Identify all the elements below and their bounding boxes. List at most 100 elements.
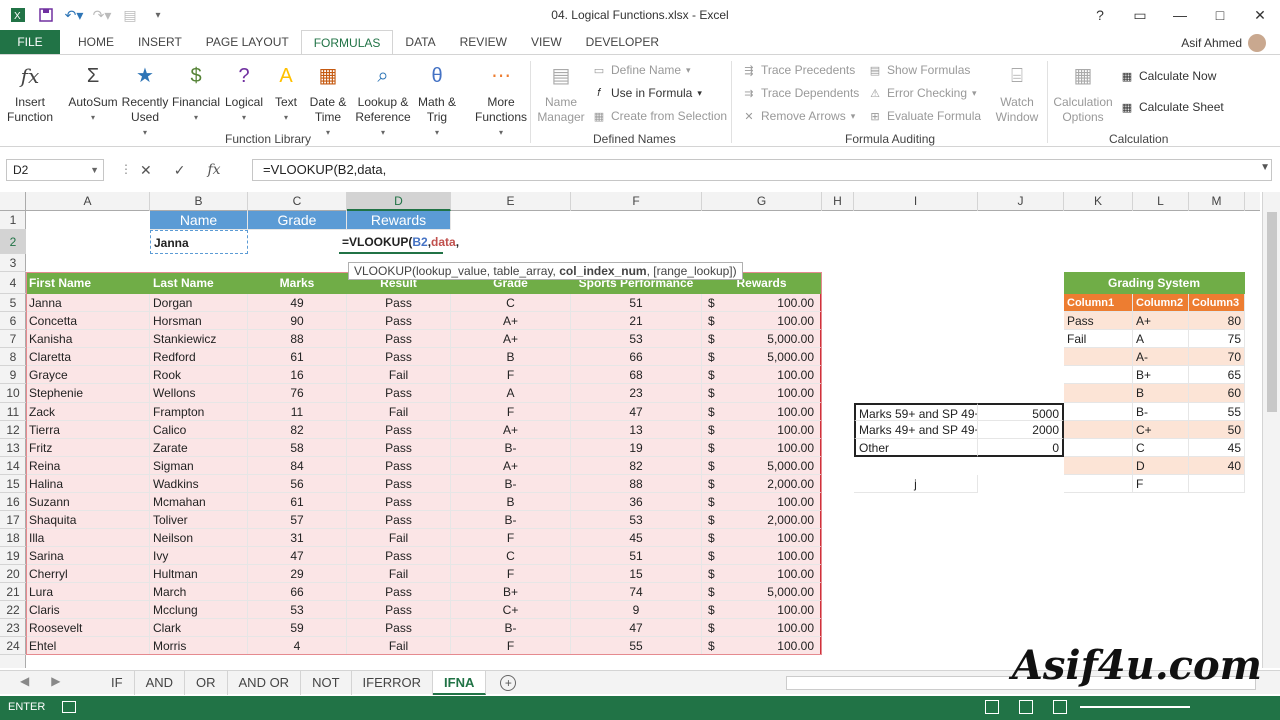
create-from-selection-button[interactable]: ▦ Create from Selection bbox=[592, 109, 727, 123]
cell-i15[interactable]: j bbox=[854, 475, 978, 493]
insert-function-icon[interactable]: fx bbox=[207, 162, 220, 178]
add-sheet-icon[interactable]: + bbox=[500, 675, 517, 691]
cell-grade[interactable]: B bbox=[451, 348, 571, 366]
cell-result[interactable]: Fail bbox=[347, 529, 451, 547]
insert-function-button[interactable]: fx Insert Function bbox=[6, 61, 54, 125]
cell-result[interactable]: Pass bbox=[347, 421, 451, 439]
tab-view[interactable]: VIEW bbox=[519, 30, 574, 54]
cell-last-name[interactable]: Redford bbox=[150, 348, 248, 366]
criteria-label[interactable]: Marks 59+ and SP 49+ bbox=[854, 403, 978, 421]
cell-rewards[interactable]: $100.00 bbox=[702, 384, 822, 403]
sheet-tab-and-or[interactable]: AND OR bbox=[228, 671, 302, 695]
cell-first-name[interactable]: Reina bbox=[26, 457, 150, 475]
cell-last-name[interactable]: Ivy bbox=[150, 547, 248, 565]
column-header-g[interactable]: G bbox=[702, 192, 822, 211]
sheet-next-icon[interactable]: ▶ bbox=[51, 674, 60, 688]
cell-grade[interactable]: C bbox=[451, 547, 571, 565]
cell-last-name[interactable]: Wellons bbox=[150, 384, 248, 403]
grading-threshold[interactable] bbox=[1189, 475, 1245, 493]
cell-grade[interactable]: B- bbox=[451, 475, 571, 493]
logical-button[interactable]: ? Logical ▾ bbox=[222, 61, 266, 125]
cell-first-name[interactable]: Cherryl bbox=[26, 565, 150, 583]
row-header-6[interactable]: 6 bbox=[0, 312, 26, 330]
cell-grade[interactable]: C bbox=[451, 294, 571, 312]
define-name-button[interactable]: ▭ Define Name ▾ bbox=[592, 63, 691, 77]
cell-result[interactable]: Pass bbox=[347, 493, 451, 511]
cell-last-name[interactable]: Mcclung bbox=[150, 601, 248, 619]
row-header-13[interactable]: 13 bbox=[0, 439, 26, 457]
cell-grade[interactable]: A+ bbox=[451, 457, 571, 475]
cell-grade[interactable]: F bbox=[451, 366, 571, 384]
sheet-prev-icon[interactable]: ◀ bbox=[20, 674, 29, 688]
cell-grade[interactable]: F bbox=[451, 565, 571, 583]
cell-first-name[interactable]: Zack bbox=[26, 403, 150, 421]
cell-last-name[interactable]: March bbox=[150, 583, 248, 601]
cell-rewards[interactable]: $100.00 bbox=[702, 493, 822, 511]
row-header-14[interactable]: 14 bbox=[0, 457, 26, 475]
cell-first-name[interactable]: Halina bbox=[26, 475, 150, 493]
scrollbar-thumb[interactable] bbox=[1267, 212, 1277, 412]
cell-rewards[interactable]: $100.00 bbox=[702, 439, 822, 457]
cell-rewards[interactable]: $5,000.00 bbox=[702, 348, 822, 366]
formula-input[interactable]: =VLOOKUP(B2,data, bbox=[252, 159, 1272, 181]
cell-grade[interactable]: F bbox=[451, 637, 571, 655]
cell-marks[interactable]: 61 bbox=[248, 493, 347, 511]
grading-threshold[interactable]: 75 bbox=[1189, 330, 1245, 348]
grading-grade[interactable]: A bbox=[1133, 330, 1189, 348]
text-button[interactable]: A Text ▾ bbox=[268, 61, 304, 125]
column-header-l[interactable]: L bbox=[1133, 192, 1189, 211]
grading-threshold[interactable]: 45 bbox=[1189, 439, 1245, 457]
cell-result[interactable]: Pass bbox=[347, 439, 451, 457]
grading-grade[interactable]: B bbox=[1133, 384, 1189, 403]
grading-header-1[interactable]: Column1 bbox=[1064, 294, 1133, 312]
row-header-11[interactable]: 11 bbox=[0, 403, 26, 421]
calculation-options-button[interactable]: ▦ Calculation Options bbox=[1052, 61, 1114, 125]
close-button[interactable]: ✕ bbox=[1240, 0, 1280, 30]
cell-rewards[interactable]: $2,000.00 bbox=[702, 511, 822, 529]
name-manager-button[interactable]: ▤ Name Manager bbox=[536, 61, 586, 125]
criteria-reward[interactable]: 2000 bbox=[978, 421, 1064, 439]
cell-first-name[interactable]: Grayce bbox=[26, 366, 150, 384]
cell-marks[interactable]: 66 bbox=[248, 583, 347, 601]
cell-result[interactable]: Fail bbox=[347, 565, 451, 583]
cell-grade[interactable]: C+ bbox=[451, 601, 571, 619]
row-header-17[interactable]: 17 bbox=[0, 511, 26, 529]
cell-first-name[interactable]: Shaquita bbox=[26, 511, 150, 529]
cell-grade[interactable]: B- bbox=[451, 619, 571, 637]
cell-marks[interactable]: 90 bbox=[248, 312, 347, 330]
cell-marks[interactable]: 76 bbox=[248, 384, 347, 403]
cell-sports-performance[interactable]: 53 bbox=[571, 511, 702, 529]
lookup-header-grade[interactable]: Grade bbox=[248, 211, 347, 230]
evaluate-formula-button[interactable]: ⊞ Evaluate Formula bbox=[868, 109, 981, 123]
column-header-k[interactable]: K bbox=[1064, 192, 1133, 211]
lookup-header-rewards[interactable]: Rewards bbox=[347, 211, 451, 230]
cell-first-name[interactable]: Fritz bbox=[26, 439, 150, 457]
row-header-24[interactable]: 24 bbox=[0, 637, 26, 655]
grading-grade[interactable]: A+ bbox=[1133, 312, 1189, 330]
sheet-tab-ifna[interactable]: IFNA bbox=[433, 671, 487, 695]
grading-header-2[interactable]: Column2 bbox=[1133, 294, 1189, 312]
help-icon[interactable]: ? bbox=[1080, 0, 1120, 30]
cell-result[interactable]: Pass bbox=[347, 348, 451, 366]
cell-sports-performance[interactable]: 21 bbox=[571, 312, 702, 330]
cell-rewards[interactable]: $100.00 bbox=[702, 619, 822, 637]
cell-last-name[interactable]: Horsman bbox=[150, 312, 248, 330]
row-header-18[interactable]: 18 bbox=[0, 529, 26, 547]
cell-sports-performance[interactable]: 19 bbox=[571, 439, 702, 457]
cell-marks[interactable]: 61 bbox=[248, 348, 347, 366]
active-cell-formula[interactable]: =VLOOKUP(B2,data, bbox=[339, 230, 459, 254]
row-header-3[interactable]: 3 bbox=[0, 254, 26, 272]
lookup-header-name[interactable]: Name bbox=[150, 211, 248, 230]
grading-threshold[interactable]: 65 bbox=[1189, 366, 1245, 384]
normal-view-icon[interactable] bbox=[985, 700, 999, 714]
column-header-e[interactable]: E bbox=[451, 192, 571, 211]
grading-threshold[interactable]: 80 bbox=[1189, 312, 1245, 330]
cell-rewards[interactable]: $100.00 bbox=[702, 565, 822, 583]
cell-last-name[interactable]: Clark bbox=[150, 619, 248, 637]
row-header-19[interactable]: 19 bbox=[0, 547, 26, 565]
lookup-name-input[interactable]: Janna bbox=[150, 230, 248, 254]
grading-result[interactable]: Pass bbox=[1064, 312, 1133, 330]
tab-file[interactable]: FILE bbox=[0, 30, 60, 54]
row-header-12[interactable]: 12 bbox=[0, 421, 26, 439]
cell-sports-performance[interactable]: 13 bbox=[571, 421, 702, 439]
